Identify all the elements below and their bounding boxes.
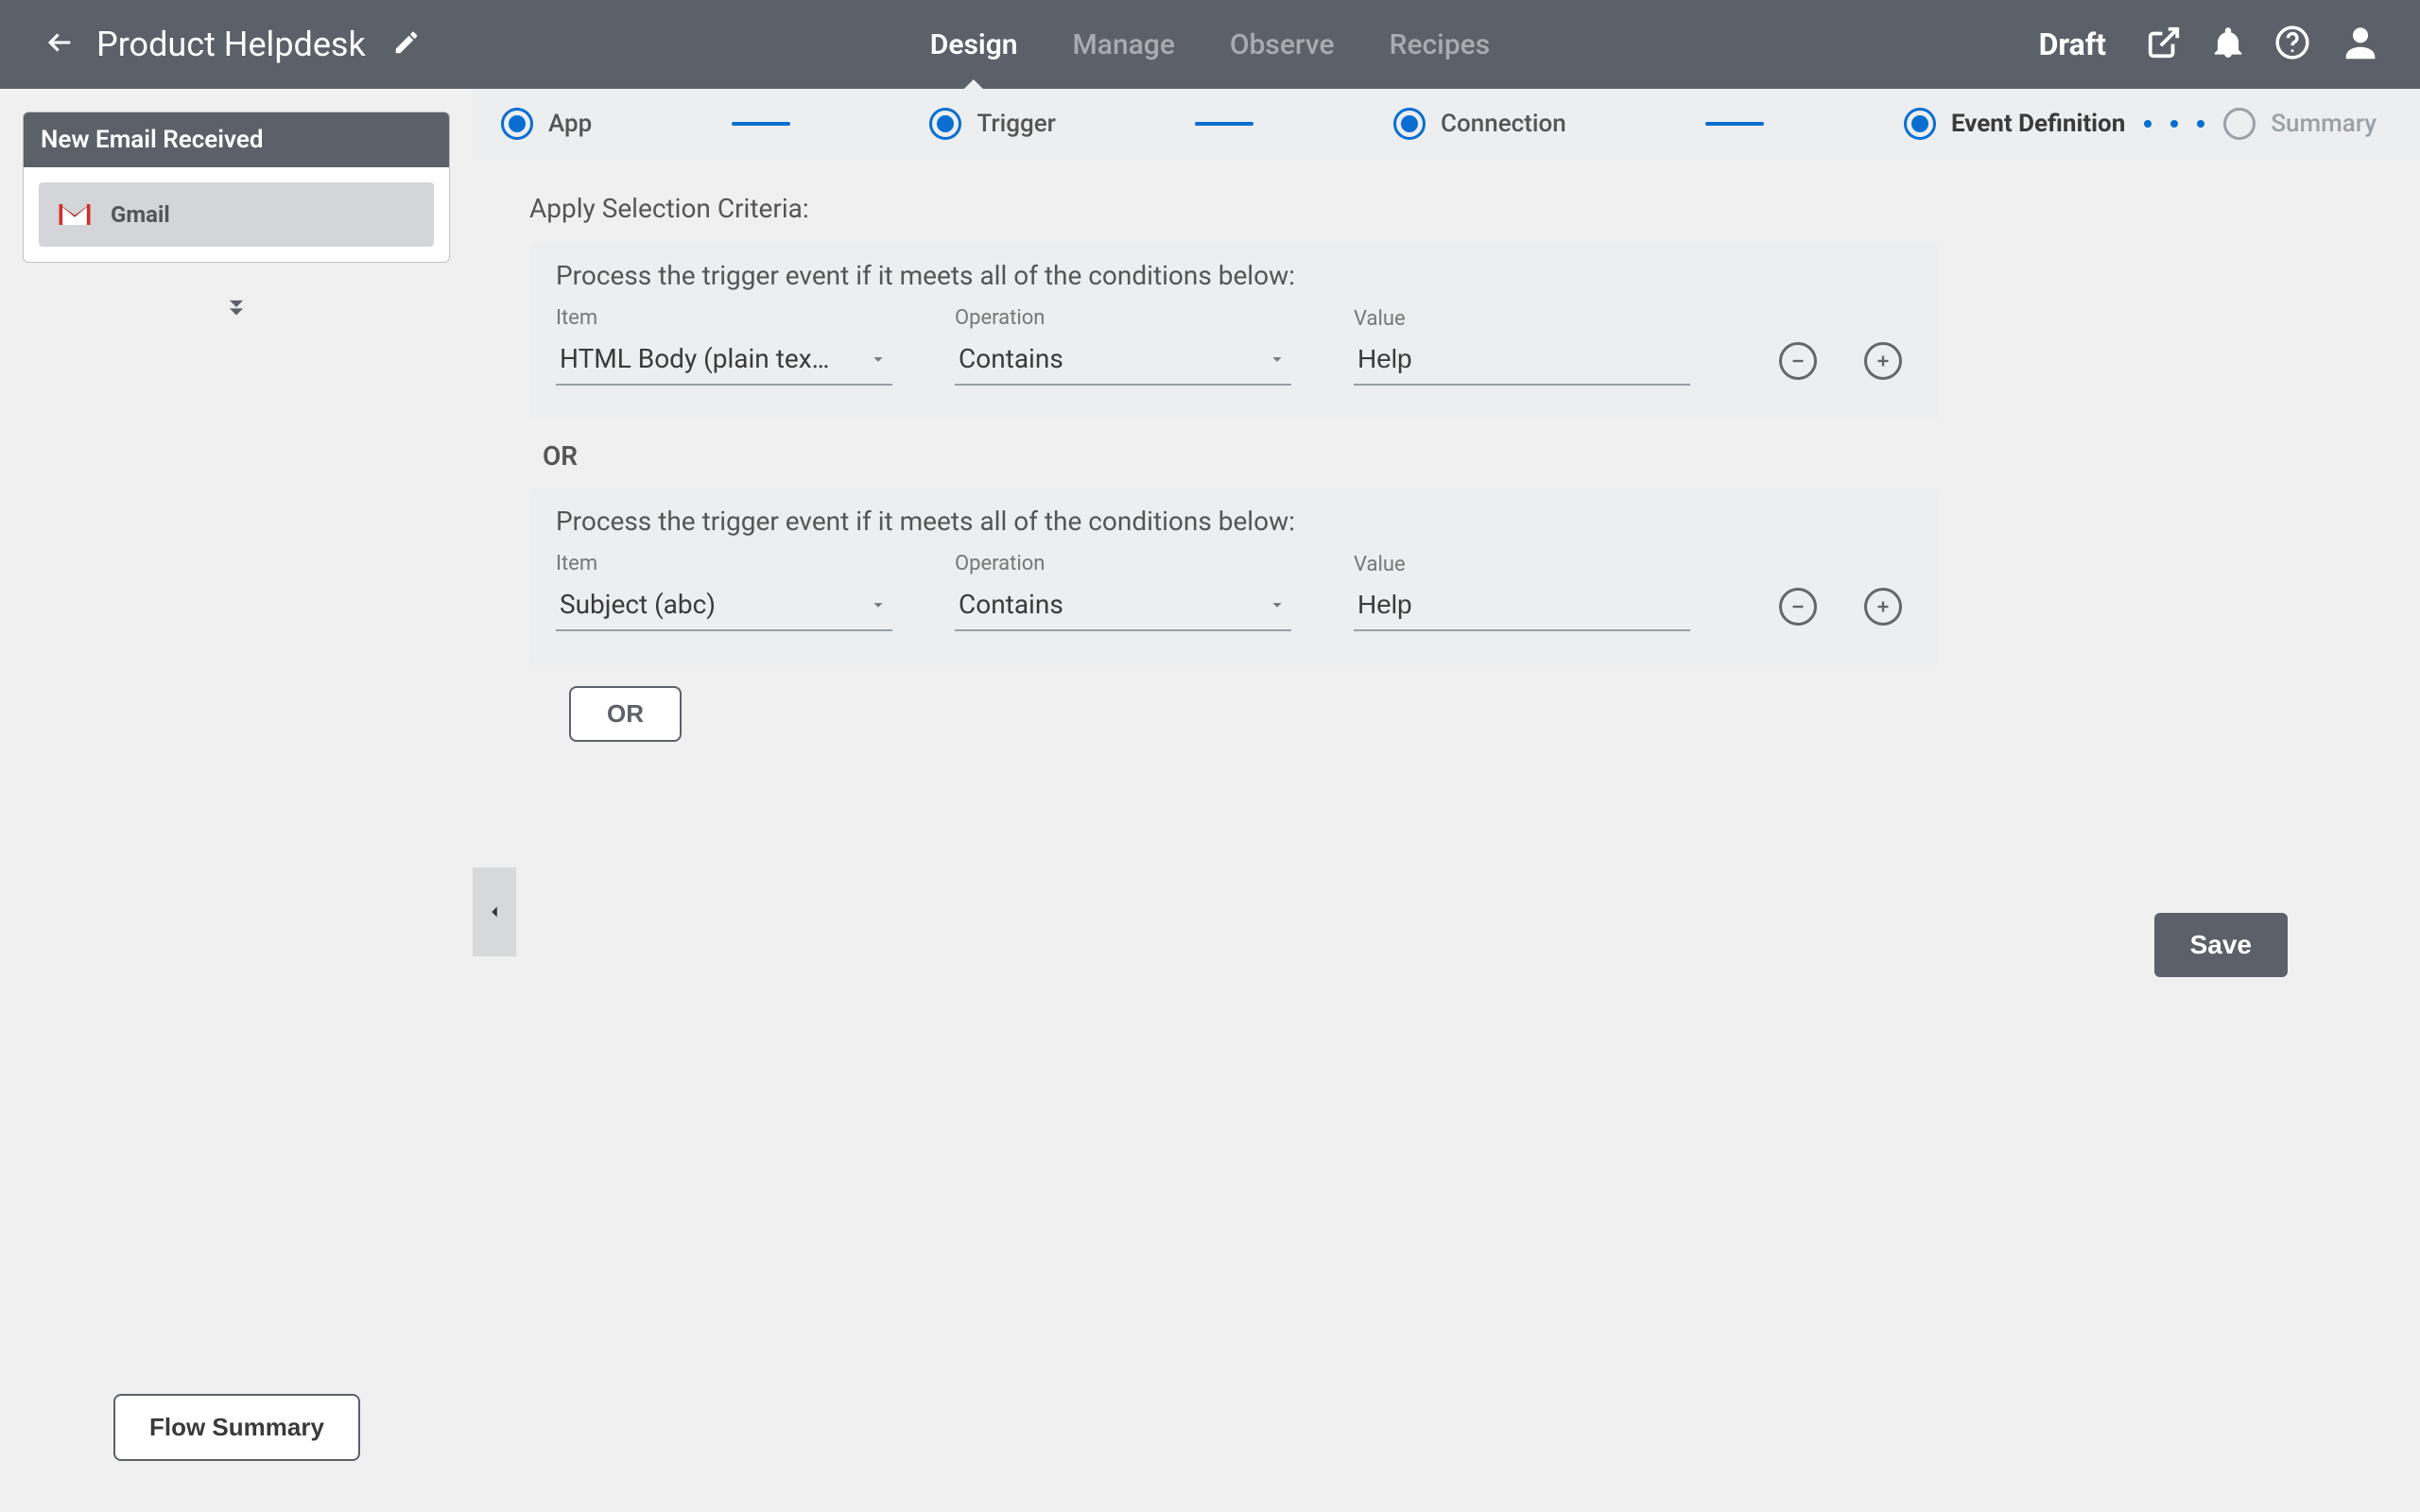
tab-manage[interactable]: Manage [1073,0,1175,89]
wizard-step-summary[interactable]: Summary [2223,108,2377,140]
wizard-step-connection[interactable]: Connection [1393,108,1566,140]
collapse-sidebar-button[interactable] [473,868,516,956]
edit-icon[interactable] [387,28,421,60]
flow-card: New Email Received Gmail [23,112,450,263]
criteria-row: Item HTML Body (plain tex… Operation Con… [556,306,1911,386]
chevron-down-icon [868,594,889,615]
operation-select[interactable]: Contains [955,581,1291,631]
wizard-step-app[interactable]: App [501,108,592,140]
chevron-down-icon [868,349,889,369]
expand-chevrons-icon[interactable] [220,291,252,327]
criteria-group: Process the trigger event if it meets al… [529,243,1938,420]
section-title: Apply Selection Criteria: [529,193,2363,224]
criteria-group: Process the trigger event if it meets al… [529,489,1938,665]
content-area: App Trigger Connection Event Definition [473,89,2420,1512]
item-select[interactable]: HTML Body (plain tex… [556,335,892,386]
flow-card-title: New Email Received [24,112,449,167]
field-label-item: Item [556,306,892,330]
user-icon[interactable] [2339,21,2382,68]
save-button[interactable]: Save [2154,913,2288,977]
field-label-value: Value [1354,553,1690,576]
chevron-down-icon [1267,594,1288,615]
tab-recipes[interactable]: Recipes [1390,0,1491,89]
gmail-icon [54,194,95,235]
chevron-down-icon [1267,349,1288,369]
topbar: Product Helpdesk Design Manage Observe R… [0,0,2420,89]
open-external-icon[interactable] [2146,25,2182,64]
field-label-item: Item [556,552,892,576]
bell-icon[interactable] [2210,25,2246,64]
tab-observe[interactable]: Observe [1230,0,1335,89]
wizard-steps: App Trigger Connection Event Definition [473,89,2420,159]
wizard-step-trigger[interactable]: Trigger [929,108,1055,140]
value-input[interactable] [1354,582,1690,631]
criteria-desc: Process the trigger event if it meets al… [556,260,1911,291]
value-input[interactable] [1354,336,1690,386]
operation-select[interactable]: Contains [955,335,1291,386]
criteria-row: Item Subject (abc) Operation Contains [556,552,1911,631]
wizard-step-event-definition[interactable]: Event Definition [1904,108,2125,140]
flow-app-label: Gmail [111,201,170,228]
nav-tabs: Design Manage Observe Recipes [930,0,1490,89]
sidebar: New Email Received Gmail Flow Summary [0,89,473,1512]
add-or-group-button[interactable]: OR [569,686,682,742]
flow-summary-button[interactable]: Flow Summary [113,1394,360,1461]
back-arrow-icon[interactable] [43,26,76,62]
wizard-progress-dots [2144,120,2204,128]
tab-design[interactable]: Design [930,0,1018,89]
add-row-button[interactable] [1864,342,1902,380]
field-label-operation: Operation [955,552,1291,576]
status-label: Draft [2039,26,2106,62]
remove-row-button[interactable] [1779,588,1817,626]
flow-app-row[interactable]: Gmail [39,182,434,247]
field-label-value: Value [1354,307,1690,331]
field-label-operation: Operation [955,306,1291,330]
page-title: Product Helpdesk [96,25,366,64]
item-select[interactable]: Subject (abc) [556,581,892,631]
criteria-desc: Process the trigger event if it meets al… [556,506,1911,537]
help-icon[interactable] [2274,25,2310,64]
add-row-button[interactable] [1864,588,1902,626]
or-divider: OR [543,440,2363,472]
remove-row-button[interactable] [1779,342,1817,380]
